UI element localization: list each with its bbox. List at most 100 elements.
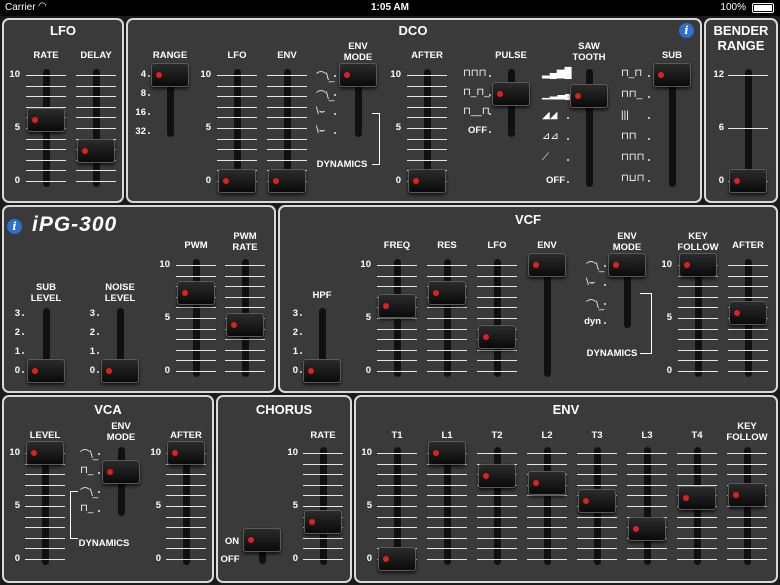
pulse-wave-icon: ⊓__⊓	[463, 106, 490, 117]
pwm-rate-slider-handle[interactable]	[226, 313, 264, 337]
scale-mid: 5	[395, 122, 401, 133]
dco-range-slider-handle[interactable]	[151, 63, 189, 87]
vca-after-slider-handle[interactable]	[167, 441, 205, 465]
env-l3-slider-handle[interactable]	[628, 517, 666, 541]
hpf-slider-handle[interactable]	[303, 359, 341, 383]
slider-tick	[176, 339, 216, 340]
tick-dot	[334, 94, 336, 96]
env-t1-slider-handle[interactable]	[378, 547, 416, 571]
bender-title: BENDER RANGE	[713, 23, 769, 53]
slider-tick	[427, 517, 467, 518]
tick-dot	[300, 333, 302, 335]
dco-env-slider-handle[interactable]	[268, 169, 306, 193]
slider-tick	[303, 464, 343, 465]
env-mode-icon: ⌒\_	[316, 91, 335, 102]
slider-tick	[477, 559, 517, 560]
bender-min: 0	[718, 175, 724, 186]
env-key-follow-slider-handle[interactable]	[728, 483, 766, 507]
slider-tick	[407, 96, 447, 97]
slider-tick	[677, 464, 717, 465]
slider-tick	[477, 538, 517, 539]
scale-mid: 5	[164, 312, 170, 323]
dco-saw-slider-handle[interactable]	[570, 84, 608, 108]
chorus-switch-handle[interactable]	[243, 528, 281, 552]
pulse-wave-icon: ⊓_⊓_	[463, 87, 490, 98]
tick-dot	[300, 371, 302, 373]
tick-dot	[604, 303, 606, 305]
slider-tick	[225, 360, 265, 361]
tick-dot	[604, 265, 606, 267]
slider-tick	[377, 527, 417, 528]
scale-max: 10	[287, 447, 298, 458]
slider-tick	[26, 160, 66, 161]
vcf-freq-slider-handle[interactable]	[378, 294, 416, 318]
vcf-dynamics-bracket	[640, 293, 652, 354]
tick-dot	[604, 284, 606, 286]
noise-level-slider-handle[interactable]	[101, 359, 139, 383]
vcf-env-slider-handle[interactable]	[528, 253, 566, 277]
slider-tick	[427, 495, 467, 496]
lfo-delay-slider-handle[interactable]	[77, 139, 115, 163]
env-l2-slider-handle[interactable]	[528, 471, 566, 495]
dco-env-mode-slider-handle[interactable]	[339, 63, 377, 87]
logo-info-icon[interactable]: i	[7, 219, 22, 234]
saw-wave-icon: ▂▄▆█	[542, 68, 572, 79]
slider-tick	[678, 307, 718, 308]
env-key-follow-label: KEY FOLLOW	[726, 421, 768, 443]
tick-dot	[648, 75, 650, 77]
tick-dot	[300, 314, 302, 316]
slider-tick	[427, 318, 467, 319]
dco-sub-slider-handle[interactable]	[653, 63, 691, 87]
env-t4-slider-handle[interactable]	[678, 486, 716, 510]
slider-tick	[577, 559, 617, 560]
slider-tick	[527, 453, 567, 454]
vca-level-slider-handle[interactable]	[26, 441, 64, 465]
slider-tick	[527, 548, 567, 549]
vca-dynamics-bracket[interactable]	[70, 491, 78, 539]
vca-env-mode-slider-handle[interactable]	[102, 460, 140, 484]
vcf-res-slider-handle[interactable]	[428, 281, 466, 305]
dco-lfo-slider-handle[interactable]	[218, 169, 256, 193]
tick-dot	[98, 491, 100, 493]
tick-dot	[489, 75, 491, 77]
slider-tick	[166, 495, 206, 496]
dco-after-slider-handle[interactable]	[408, 169, 446, 193]
slider-tick	[727, 453, 767, 454]
lfo-rate-slider-handle[interactable]	[27, 108, 65, 132]
vcf-lfo-slider-handle[interactable]	[478, 325, 516, 349]
slider-tick	[217, 149, 257, 150]
vcf-env-mode-slider-handle[interactable]	[608, 253, 646, 277]
env-l1-slider-handle[interactable]	[428, 441, 466, 465]
tick-dot	[22, 333, 24, 335]
env-t2-slider-handle[interactable]	[478, 464, 516, 488]
vcf-key-slider-handle[interactable]	[679, 253, 717, 277]
slider-tick	[728, 265, 768, 266]
env-t3-slider-handle[interactable]	[578, 489, 616, 513]
slider-tick	[377, 265, 417, 266]
pwm-slider-handle[interactable]	[177, 281, 215, 305]
tick-dot	[334, 75, 336, 77]
battery-icon	[752, 3, 774, 13]
slider-tick	[527, 495, 567, 496]
tick-dot	[22, 352, 24, 354]
chorus-rate-slider-handle[interactable]	[304, 510, 342, 534]
scale-mid: 5	[365, 312, 371, 323]
sub-wave-icon: ⊓⊓	[621, 131, 637, 142]
slider-tick	[678, 329, 718, 330]
scale-min: 0	[205, 175, 211, 186]
noise-level-label: NOISE LEVEL	[104, 282, 136, 304]
scale-max: 10	[361, 447, 372, 458]
vcf-after-slider-handle[interactable]	[729, 301, 767, 325]
slider-tick	[166, 506, 206, 507]
slider-tick	[176, 329, 216, 330]
slider-tick	[728, 350, 768, 351]
slider-tick	[678, 350, 718, 351]
slider-tick	[677, 559, 717, 560]
sub-level-slider-handle[interactable]	[27, 359, 65, 383]
tick-dot	[148, 132, 150, 134]
dco-pulse-slider-handle[interactable]	[492, 82, 530, 106]
slider-tick	[727, 527, 767, 528]
slider-tick	[577, 517, 617, 518]
slider-tick	[76, 117, 116, 118]
bender-slider-handle[interactable]	[729, 169, 767, 193]
